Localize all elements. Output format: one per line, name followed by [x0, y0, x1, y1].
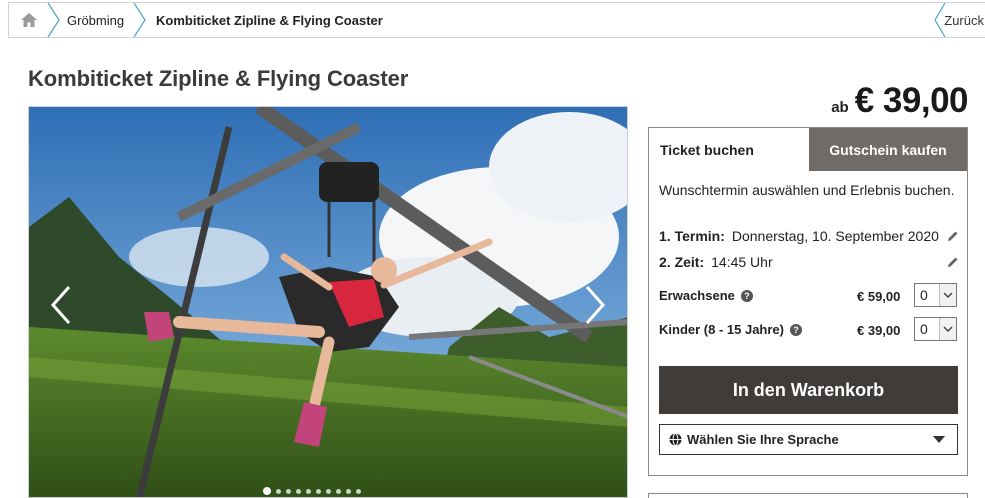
price-value: € 39,00 — [854, 81, 969, 120]
price-block: ab € 39,00 — [831, 81, 968, 121]
tab-gutschein-kaufen[interactable]: Gutschein kaufen — [809, 128, 967, 171]
add-to-cart-button[interactable]: In den Warenkorb — [659, 366, 958, 414]
quantity-value: 0 — [920, 321, 928, 337]
gallery-next-button[interactable] — [581, 285, 609, 325]
gallery-dot[interactable] — [326, 488, 331, 494]
time-row[interactable]: 2. Zeit: 14:45 Uhr — [659, 252, 959, 272]
back-link[interactable]: Zurück — [937, 3, 985, 37]
gallery-dot[interactable] — [356, 488, 361, 494]
secondary-panel-edge — [648, 493, 968, 498]
quantity-select-adults[interactable]: 0 — [914, 283, 957, 307]
gallery-dot[interactable] — [276, 488, 281, 494]
breadcrumb-current: Kombiticket Zipline & Flying Coaster — [156, 12, 383, 28]
booking-panel: Ticket buchen Gutschein kaufen Wunschter… — [648, 127, 968, 476]
breadcrumb: Gröbming Kombiticket Zipline & Flying Co… — [8, 2, 985, 38]
caret-down-icon[interactable] — [933, 436, 945, 443]
pencil-icon[interactable] — [946, 229, 960, 243]
booking-intro: Wunschtermin auswählen und Erlebnis buch… — [659, 182, 955, 198]
globe-icon — [669, 433, 682, 446]
gallery-dot[interactable] — [286, 488, 291, 494]
quantity-value: 0 — [920, 287, 928, 303]
pencil-icon[interactable] — [946, 255, 960, 269]
date-label: 1. Termin: — [659, 228, 725, 244]
ticket-price: € 39,00 — [857, 323, 901, 338]
gallery-dot[interactable] — [316, 488, 321, 494]
ticket-label: Erwachsene ? — [659, 288, 753, 303]
hero-image — [29, 107, 627, 497]
tab-ticket-buchen[interactable]: Ticket buchen — [649, 128, 809, 171]
quantity-select-children[interactable]: 0 — [914, 317, 957, 341]
home-icon-graphic — [21, 13, 37, 27]
hero-gallery[interactable] — [28, 106, 628, 498]
ticket-label: Kinder (8 - 15 Jahre) ? — [659, 322, 802, 337]
language-select-label: Wählen Sie Ihre Sprache — [687, 432, 839, 447]
help-icon[interactable]: ? — [740, 289, 753, 302]
gallery-dot[interactable] — [296, 488, 301, 494]
chevron-down-icon[interactable] — [939, 318, 956, 340]
gallery-dot[interactable] — [263, 487, 271, 495]
breadcrumb-separator — [133, 3, 146, 37]
ticket-row-children: Kinder (8 - 15 Jahre) ? € 39,00 0 — [659, 317, 959, 343]
booking-tabs: Ticket buchen Gutschein kaufen — [649, 128, 967, 171]
date-value: Donnerstag, 10. September 2020 — [731, 228, 939, 244]
ticket-label-text: Erwachsene — [659, 288, 735, 303]
breadcrumb-separator — [47, 3, 60, 37]
gallery-dot[interactable] — [346, 488, 351, 494]
language-select[interactable]: Wählen Sie Ihre Sprache — [659, 424, 958, 455]
help-icon[interactable]: ? — [790, 323, 802, 336]
ticket-row-adults: Erwachsene ? € 59,00 0 — [659, 283, 959, 309]
date-row[interactable]: 1. Termin: Donnerstag, 10. September 202… — [659, 226, 959, 246]
gallery-dots[interactable] — [263, 487, 361, 495]
ticket-price: € 59,00 — [857, 289, 901, 304]
time-value: 14:45 Uhr — [711, 254, 773, 270]
time-label: 2. Zeit: — [659, 254, 705, 270]
page-title: Kombiticket Zipline & Flying Coaster — [28, 66, 409, 91]
home-icon[interactable] — [9, 3, 49, 37]
gallery-prev-button[interactable] — [47, 285, 75, 325]
gallery-dot[interactable] — [306, 488, 311, 494]
ticket-label-text: Kinder (8 - 15 Jahre) — [659, 322, 784, 337]
chevron-down-icon[interactable] — [939, 284, 956, 306]
gallery-dot[interactable] — [336, 488, 341, 494]
price-prefix: ab — [831, 99, 849, 116]
breadcrumb-link-groebming[interactable]: Gröbming — [67, 3, 124, 37]
